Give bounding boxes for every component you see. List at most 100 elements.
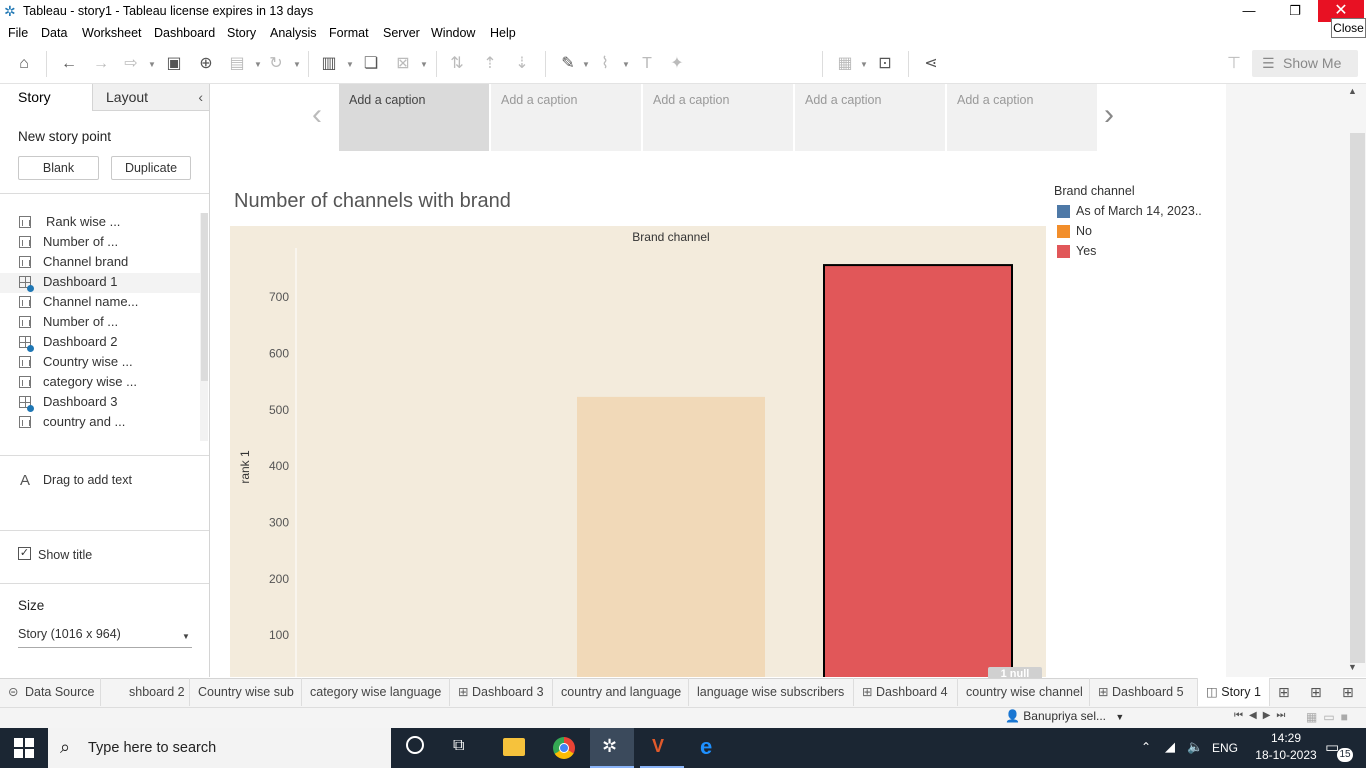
swap-rows-columns-icon[interactable]: ⇅ <box>446 54 468 74</box>
format-painter-icon[interactable]: ⊤ <box>1223 54 1245 74</box>
home-icon[interactable]: ⌂ <box>13 54 35 74</box>
menu-worksheet[interactable]: Worksheet <box>82 26 142 40</box>
sheet-list-item-dashboard[interactable]: Dashboard 3 <box>0 393 200 413</box>
menu-analysis[interactable]: Analysis <box>270 26 317 40</box>
sheet-list-item-worksheet[interactable]: category wise ... <box>0 373 200 393</box>
group-members-icon[interactable]: ⌇ <box>594 54 616 74</box>
caption-box[interactable]: Add a caption <box>339 84 489 151</box>
sort-ascending-icon[interactable]: ⇡ <box>479 54 501 74</box>
menu-story[interactable]: Story <box>227 26 256 40</box>
vertical-scroll-thumb[interactable] <box>1350 133 1365 663</box>
show-hidden-icons[interactable]: ⌃ <box>1141 740 1151 754</box>
menu-dashboard[interactable]: Dashboard <box>154 26 215 40</box>
show-me-button[interactable]: ☰ Show Me <box>1252 50 1358 77</box>
tab-story[interactable]: Story <box>0 84 92 111</box>
sheet-list-item-worksheet[interactable]: Channel name... <box>0 293 200 313</box>
new-worksheet-tab-icon[interactable]: ⊞ <box>1278 684 1290 701</box>
save-icon[interactable]: ▣ <box>163 54 185 74</box>
clear-sheet-icon[interactable]: ⊠ <box>392 54 414 74</box>
new-dashboard-tab-icon[interactable]: ⊞ <box>1310 684 1322 701</box>
tab-dashboard[interactable]: ⊞ Dashboard 3 <box>450 678 553 706</box>
caption-box[interactable]: Add a caption <box>643 84 793 151</box>
tab-layout[interactable]: Layout ‹ <box>92 84 209 111</box>
tab-sheet[interactable]: country and language <box>553 678 689 706</box>
drag-to-add-text[interactable]: Drag to add text <box>43 473 132 487</box>
tab-data-source[interactable]: ⊝ Data Source <box>0 678 101 706</box>
sheet-list-item-worksheet[interactable]: Country wise ... <box>0 353 200 373</box>
scroll-up-icon[interactable]: ▲ <box>1348 86 1357 96</box>
collapse-panel-icon[interactable]: ‹ <box>198 84 203 110</box>
share-icon[interactable]: ⋖ <box>920 54 942 74</box>
sheet-navigation-icons[interactable]: ⏮◀▶⏭ <box>1234 710 1291 721</box>
clock-date[interactable]: 18-10-2023 <box>1250 748 1322 762</box>
sheet-list-item-worksheet[interactable]: Channel brand <box>0 253 200 273</box>
show-mark-labels-icon[interactable]: T <box>636 54 658 74</box>
presentation-mode-icon[interactable]: ⊡ <box>874 54 896 74</box>
new-worksheet-icon[interactable]: ▥ <box>318 54 340 74</box>
user-menu[interactable]: 👤 Banupriya sel... ▼ <box>1005 709 1124 723</box>
bar-chart[interactable]: Brand channel rank 1 100 200 300 400 500 600 7… <box>230 226 1046 677</box>
taskbar-search-placeholder[interactable]: Type here to search <box>88 740 216 756</box>
replay-icon[interactable]: ⇨ <box>120 54 142 74</box>
new-story-tab-icon[interactable]: ⊞ <box>1342 684 1354 701</box>
sheet-list-item-worksheet[interactable]: country and ... <box>0 413 200 433</box>
sheet-list-item-worksheet[interactable]: Number of ... <box>0 313 200 333</box>
sheet-list-scroll-thumb[interactable] <box>201 213 208 381</box>
sheet-list-item-dashboard[interactable]: Dashboard 1 <box>0 273 200 293</box>
tab-sheet[interactable]: country wise channel <box>958 678 1090 706</box>
caption-box[interactable]: Add a caption <box>491 84 641 151</box>
undo-icon[interactable]: ← <box>58 54 80 74</box>
menu-help[interactable]: Help <box>490 26 516 40</box>
bar-no[interactable] <box>577 396 765 677</box>
chrome-icon[interactable] <box>553 737 575 759</box>
scroll-down-icon[interactable]: ▼ <box>1348 662 1357 672</box>
menu-format[interactable]: Format <box>329 26 369 40</box>
new-datasource-icon[interactable]: ⊕ <box>195 54 217 74</box>
edge-icon[interactable]: e <box>700 734 712 760</box>
sort-descending-icon[interactable]: ⇣ <box>511 54 533 74</box>
duplicate-button[interactable]: Duplicate <box>111 156 191 180</box>
view-mode-icons[interactable]: ▦▭■ <box>1306 710 1354 724</box>
tab-dashboard[interactable]: ⊞ Dashboard 4 <box>854 678 958 706</box>
file-explorer-icon[interactable] <box>503 738 525 756</box>
bar-yes[interactable] <box>823 264 1013 677</box>
windows-start-icon[interactable] <box>14 738 34 758</box>
sheet-list-item-dashboard[interactable]: Dashboard 2 <box>0 333 200 353</box>
refresh-icon[interactable]: ↻ <box>265 54 287 74</box>
clock-time[interactable]: 14:29 <box>1263 731 1309 745</box>
minimize-button[interactable]: — <box>1226 0 1272 22</box>
volume-icon[interactable]: 🔈 <box>1187 739 1203 755</box>
previous-story-point-icon[interactable]: ‹ <box>312 100 322 130</box>
caption-box[interactable]: Add a caption <box>947 84 1097 151</box>
chevron-down-icon[interactable]: ▼ <box>182 632 190 641</box>
blank-button[interactable]: Blank <box>18 156 99 180</box>
sheet-list-item-worksheet[interactable]: Number of ... <box>0 233 200 253</box>
tab-dashboard[interactable]: ⊞ Dashboard 5 <box>1090 678 1198 706</box>
app-taskbar-button[interactable]: V <box>640 728 684 768</box>
caption-box[interactable]: Add a caption <box>795 84 945 151</box>
show-title-checkbox[interactable]: ✓ <box>18 547 31 560</box>
wifi-icon[interactable]: ◢ <box>1165 739 1175 755</box>
menu-file[interactable]: File <box>8 26 28 40</box>
tab-sheet[interactable]: Country wise sub <box>190 678 302 706</box>
sheet-list-item-worksheet[interactable]: Rank wise ... <box>0 213 200 233</box>
menu-window[interactable]: Window <box>431 26 475 40</box>
menu-data[interactable]: Data <box>41 26 67 40</box>
tab-sheet[interactable]: shboard 2 <box>129 678 190 706</box>
fix-axes-icon[interactable]: ✦ <box>666 54 688 74</box>
highlight-icon[interactable]: ✎ <box>557 54 579 74</box>
tab-sheet[interactable]: language wise subscribers <box>689 678 854 706</box>
restore-button[interactable]: ❐ <box>1272 0 1318 22</box>
cortana-icon[interactable] <box>406 736 424 754</box>
size-select[interactable]: Story (1016 x 964) <box>18 627 192 648</box>
chart-plot-area[interactable]: Brand channel rank 1 100 200 300 400 500 600 7… <box>230 226 1046 677</box>
paste-icon[interactable]: ▤ <box>226 54 248 74</box>
next-story-point-icon[interactable]: › <box>1104 100 1114 130</box>
duplicate-sheet-icon[interactable]: ❏ <box>360 54 382 74</box>
language-indicator[interactable]: ENG <box>1212 741 1238 755</box>
task-view-icon[interactable]: ⧉ <box>453 737 464 755</box>
menu-server[interactable]: Server <box>383 26 420 40</box>
tab-story[interactable]: ◫ Story 1 <box>1198 678 1270 706</box>
show-cards-icon[interactable]: ▦ <box>834 54 856 74</box>
redo-icon[interactable]: → <box>90 54 112 74</box>
